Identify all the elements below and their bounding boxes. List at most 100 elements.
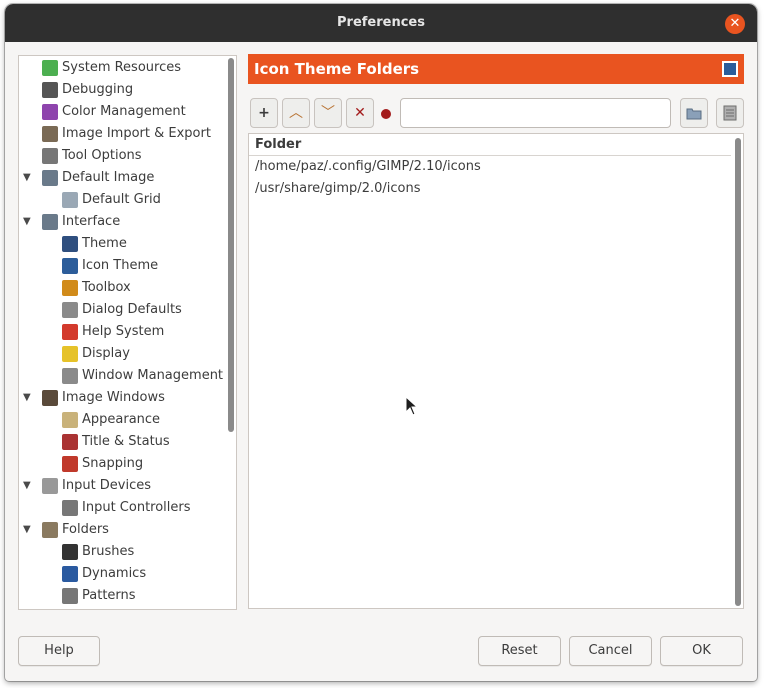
tree-item-label: Help System [82,324,165,339]
tree-item-help-system[interactable]: Help System [19,321,224,343]
tree-item-label: System Resources [62,60,181,75]
tree-item-snapping[interactable]: Snapping [19,453,224,475]
tree-item-appearance[interactable]: Appearance [19,409,224,431]
tree-item-label: Default Grid [82,192,161,207]
move-down-button[interactable]: ﹀ [314,98,342,128]
grid-icon [62,192,78,208]
tree-item-default-image[interactable]: ▼ Default Image [19,167,224,189]
image-windows-icon [42,390,58,406]
tree-item-label: Image Import & Export [62,126,211,141]
window-title: Preferences [337,15,425,30]
theme-icon [62,236,78,252]
bug-icon [42,82,58,98]
expander-arrow-icon[interactable]: ▼ [23,167,35,189]
preferences-category-tree[interactable]: System Resources Debugging Color Managemen… [18,55,237,610]
tree-item-label: Patterns [82,588,136,603]
reset-button[interactable]: Reset [478,636,561,666]
folder-list: Folder /home/paz/.config/GIMP/2.10/icons… [248,133,744,609]
tree-item-label: Dynamics [82,566,147,581]
tree-item-title-status[interactable]: Title & Status [19,431,224,453]
help-button[interactable]: Help [18,636,100,666]
close-button[interactable]: ✕ [725,14,745,34]
title-bar: Preferences ✕ [5,4,757,42]
tree-item-input-devices[interactable]: ▼ Input Devices [19,475,224,497]
input-devices-icon [42,478,58,494]
tree-item-tool-options[interactable]: Tool Options [19,145,224,167]
ok-button[interactable]: OK [660,636,743,666]
chevron-up-icon: ︿ [289,105,303,121]
tree-item-label: Toolbox [82,280,131,295]
brush-icon [62,544,78,560]
tree-item-theme[interactable]: Theme [19,233,224,255]
tree-item-label: Dialog Defaults [82,302,182,317]
folders-icon [42,522,58,538]
tree-item-label: Input Controllers [82,500,191,515]
writable-indicator-icon [381,109,391,119]
move-up-button[interactable]: ︿ [282,98,310,128]
tool-options-icon [42,148,58,164]
browse-folder-button[interactable] [680,98,708,128]
tree-item-label: Appearance [82,412,161,427]
tree-item-toolbox[interactable]: Toolbox [19,277,224,299]
document-icon [723,105,737,121]
tree-item-system-resources[interactable]: System Resources [19,57,224,79]
tree-item-label: Brushes [82,544,135,559]
tree-item-label: Color Management [62,104,186,119]
tree-item-label: Icon Theme [82,258,159,273]
tree-item-input-controllers[interactable]: Input Controllers [19,497,224,519]
tree-scrollbar[interactable] [228,58,234,432]
window-management-icon [62,368,78,384]
section-title: Icon Theme Folders [254,60,420,78]
folder-list-scrollbar[interactable] [735,138,741,606]
tree-item-label: Image Windows [62,390,165,405]
appearance-icon [62,412,78,428]
cancel-button[interactable]: Cancel [569,636,652,666]
tree-item-default-grid[interactable]: Default Grid [19,189,224,211]
tree-item-label: Debugging [62,82,134,97]
folder-row[interactable]: /home/paz/.config/GIMP/2.10/icons [249,156,731,178]
tree-item-patterns[interactable]: Patterns [19,585,224,607]
dialog-defaults-icon [62,302,78,318]
folder-row[interactable]: /usr/share/gimp/2.0/icons [249,178,731,200]
tree-item-interface[interactable]: ▼ Interface [19,211,224,233]
folder-toolbar: + ︿ ﹀ ✕ [250,98,744,130]
new-document-icon: + [258,105,270,121]
tree-item-color-management[interactable]: Color Management [19,101,224,123]
delete-folder-button[interactable]: ✕ [346,98,374,128]
tree-item-label: Snapping [82,456,144,471]
tree-item-image-import-export[interactable]: Image Import & Export [19,123,224,145]
patterns-icon [62,588,78,604]
folder-path-input[interactable] [400,98,671,128]
tree-item-label: Input Devices [62,478,152,493]
dynamics-icon [62,566,78,582]
expander-arrow-icon[interactable]: ▼ [23,211,35,233]
tree-item-dialog-defaults[interactable]: Dialog Defaults [19,299,224,321]
icon-theme-icon [722,61,738,77]
tree-item-icon-theme[interactable]: Icon Theme [19,255,224,277]
tree-item-folders[interactable]: ▼ Folders [19,519,224,541]
snapping-icon [62,456,78,472]
expander-arrow-icon[interactable]: ▼ [23,387,35,409]
tree-item-debugging[interactable]: Debugging [19,79,224,101]
new-folder-button[interactable]: + [250,98,278,128]
memory-chip-icon [42,60,58,76]
tree-item-label: Display [82,346,130,361]
color-management-icon [42,104,58,120]
display-icon [62,346,78,362]
tree-item-label: Theme [82,236,127,251]
tree-item-dynamics[interactable]: Dynamics [19,563,224,585]
tree-item-image-windows[interactable]: ▼ Image Windows [19,387,224,409]
expander-arrow-icon[interactable]: ▼ [23,519,35,541]
tree-item-label: Folders [62,522,109,537]
input-controllers-icon [62,500,78,516]
tree-item-brushes[interactable]: Brushes [19,541,224,563]
tree-item-window-management[interactable]: Window Management [19,365,224,387]
folder-column-header[interactable]: Folder [249,134,731,156]
tree-item-label: Default Image [62,170,155,185]
lifebuoy-icon [62,324,78,340]
chevron-down-icon: ﹀ [321,105,335,121]
expander-arrow-icon[interactable]: ▼ [23,475,35,497]
preferences-window: Preferences ✕ System Resources Debugging C… [5,4,757,681]
folder-properties-button[interactable] [716,98,744,128]
tree-item-display[interactable]: Display [19,343,224,365]
